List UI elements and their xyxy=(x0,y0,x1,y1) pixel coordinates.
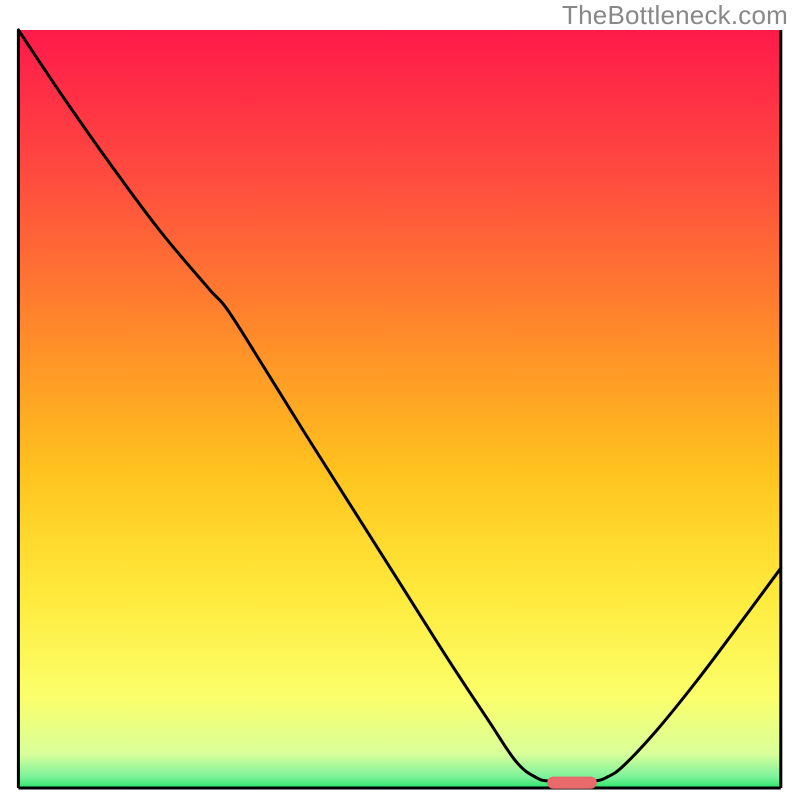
optimal-marker xyxy=(547,777,597,789)
watermark-text: TheBottleneck.com xyxy=(562,0,788,31)
plot-area xyxy=(18,30,780,789)
gradient-background xyxy=(18,30,780,788)
chart-svg xyxy=(0,0,800,800)
bottleneck-chart: TheBottleneck.com xyxy=(0,0,800,800)
